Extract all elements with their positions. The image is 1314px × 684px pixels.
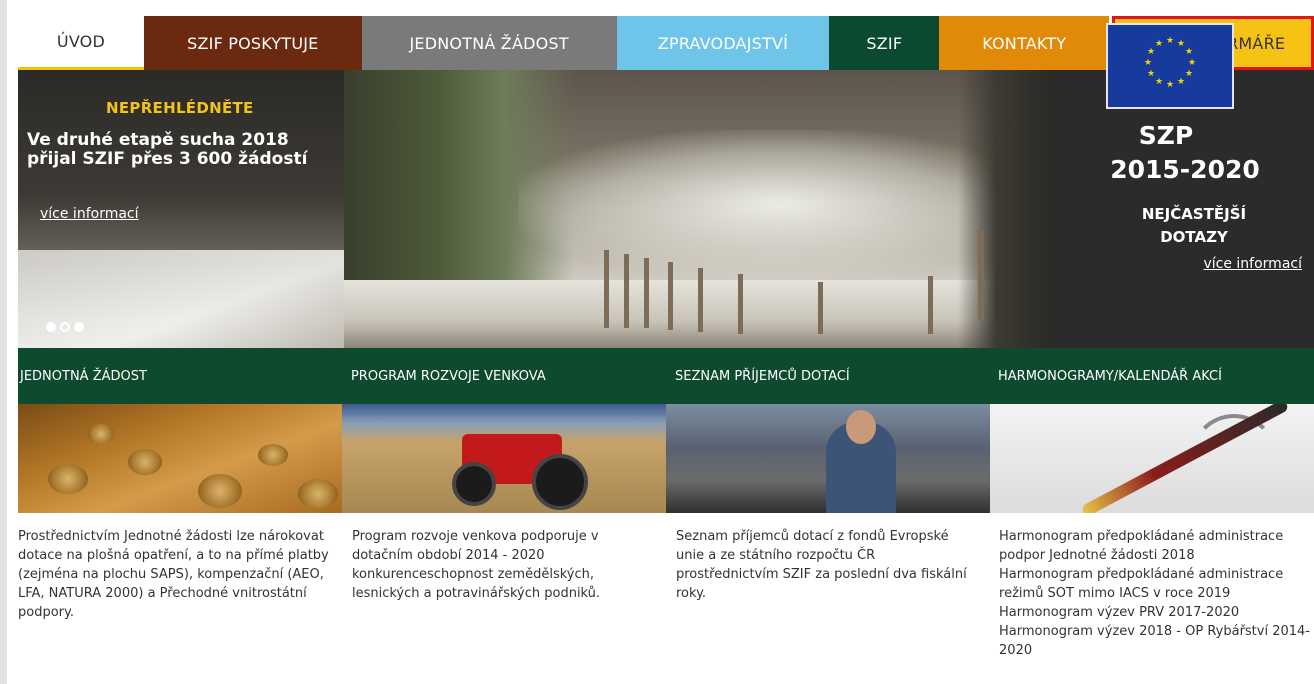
szp-faq[interactable]: NEJČASTĚJŠÍ DOTAZY [1104, 203, 1284, 249]
section-heading-harmonogramy[interactable]: HARMONOGRAMY/KALENDÁŘ AKCÍ [990, 348, 1314, 404]
section-heading-jednotna-zadost[interactable]: JEDNOTNÁ ŽÁDOST [18, 348, 342, 404]
slider-dot-3[interactable] [74, 322, 84, 332]
description-seznam-prijemcu: Seznam příjemců dotací z fondů Evropské … [676, 529, 967, 601]
szp-faq-line2: DOTAZY [1160, 228, 1228, 246]
eu-stars-icon: ★ ★ ★ ★ ★ ★ ★ ★ ★ ★ ★ ★ [1144, 36, 1196, 90]
svg-text:★: ★ [1155, 39, 1163, 49]
svg-text:★: ★ [1166, 36, 1174, 46]
svg-text:★: ★ [1177, 39, 1185, 49]
fence-post [644, 258, 649, 328]
fence-post [928, 276, 933, 334]
harmonogram-link-sot-2019[interactable]: Harmonogram předpokládané administrace r… [999, 565, 1314, 603]
slider-dot-1[interactable] [46, 322, 56, 332]
bale [298, 479, 338, 509]
notice-kicker: NEPŘEHLÉDNĚTE [106, 99, 254, 117]
bale [88, 424, 114, 444]
farmer-head [846, 410, 876, 444]
notice-more-info-link[interactable]: více informací [40, 206, 139, 222]
svg-text:★: ★ [1155, 77, 1163, 87]
fence-post [624, 254, 629, 328]
fence-post [818, 282, 823, 334]
svg-text:★: ★ [1166, 80, 1174, 90]
farmer-image[interactable] [666, 404, 990, 513]
nav-kontakty[interactable]: KONTAKTY [939, 16, 1110, 70]
hero-snow-decor [18, 250, 344, 348]
fence-post [738, 274, 743, 334]
harmonogram-link-jz-2018[interactable]: Harmonogram předpokládané administrace p… [999, 527, 1314, 565]
harmonogram-link-op-rybarstvi[interactable]: Harmonogram výzev 2018 - OP Rybářství 20… [999, 622, 1314, 660]
left-edge-bar [0, 0, 7, 684]
svg-text:★: ★ [1147, 69, 1155, 79]
nav-szif[interactable]: SZIF [829, 16, 940, 70]
fence-post [698, 268, 703, 332]
description-jednotna-zadost: Prostřednictvím Jednotné žádosti lze nár… [18, 529, 329, 620]
description-program-rozvoje: Program rozvoje venkova podporuje v dota… [351, 529, 601, 601]
tractor-image[interactable] [342, 404, 666, 513]
szp-faq-line1: NEJČASTĚJŠÍ [1141, 205, 1247, 223]
bale [258, 444, 288, 466]
slider-dots [46, 322, 84, 332]
nav-szif-poskytuje[interactable]: SZIF POSKYTUJE [143, 16, 362, 70]
section-headings-bar: JEDNOTNÁ ŽÁDOST PROGRAM ROZVOJE VENKOVA … [18, 348, 1314, 404]
nav-home[interactable]: ÚVOD [18, 16, 144, 70]
bale [128, 449, 162, 475]
svg-text:★: ★ [1185, 69, 1193, 79]
svg-text:★: ★ [1144, 58, 1152, 68]
section-images [18, 404, 1314, 513]
section-heading-program-rozvoje[interactable]: PROGRAM ROZVOJE VENKOVA [342, 348, 666, 404]
section-descriptions: Prostřednictvím Jednotné žádosti lze nár… [18, 527, 1314, 660]
hay-bales-image[interactable] [18, 404, 342, 513]
fence-post [668, 262, 673, 330]
bale [198, 474, 242, 508]
svg-text:★: ★ [1177, 77, 1185, 87]
eu-flag-icon: ★ ★ ★ ★ ★ ★ ★ ★ ★ ★ ★ ★ [1106, 23, 1234, 109]
harmonogram-link-prv[interactable]: Harmonogram výzev PRV 2017-2020 [999, 603, 1314, 622]
szp-more-info-link[interactable]: více informací [1203, 256, 1302, 272]
section-heading-seznam-prijemcu[interactable]: SEZNAM PŘÍJEMCŮ DOTACÍ [666, 348, 990, 404]
fence-post [978, 230, 984, 320]
nav-zpravodajstvi[interactable]: ZPRAVODAJSTVÍ [616, 16, 830, 70]
tractor-wheel [532, 454, 588, 510]
svg-text:★: ★ [1185, 47, 1193, 57]
fence-post [604, 250, 609, 328]
szp-title: SZP [1138, 121, 1194, 150]
slider-dot-2[interactable] [60, 322, 70, 332]
notice-title: Ve druhé etapě sucha 2018 přijal SZIF př… [27, 130, 308, 169]
svg-text:★: ★ [1147, 47, 1155, 57]
pen-notebook-image[interactable] [990, 404, 1314, 513]
szp-years: 2015-2020 [1110, 155, 1260, 184]
svg-text:★: ★ [1188, 58, 1196, 68]
tractor-wheel [452, 462, 496, 506]
hero-right-trees-decor [958, 70, 1054, 348]
nav-jednotna-zadost[interactable]: JEDNOTNÁ ŽÁDOST [361, 16, 617, 70]
bale [48, 464, 88, 494]
harmonogram-links: Harmonogram předpokládané administrace p… [990, 527, 1314, 660]
